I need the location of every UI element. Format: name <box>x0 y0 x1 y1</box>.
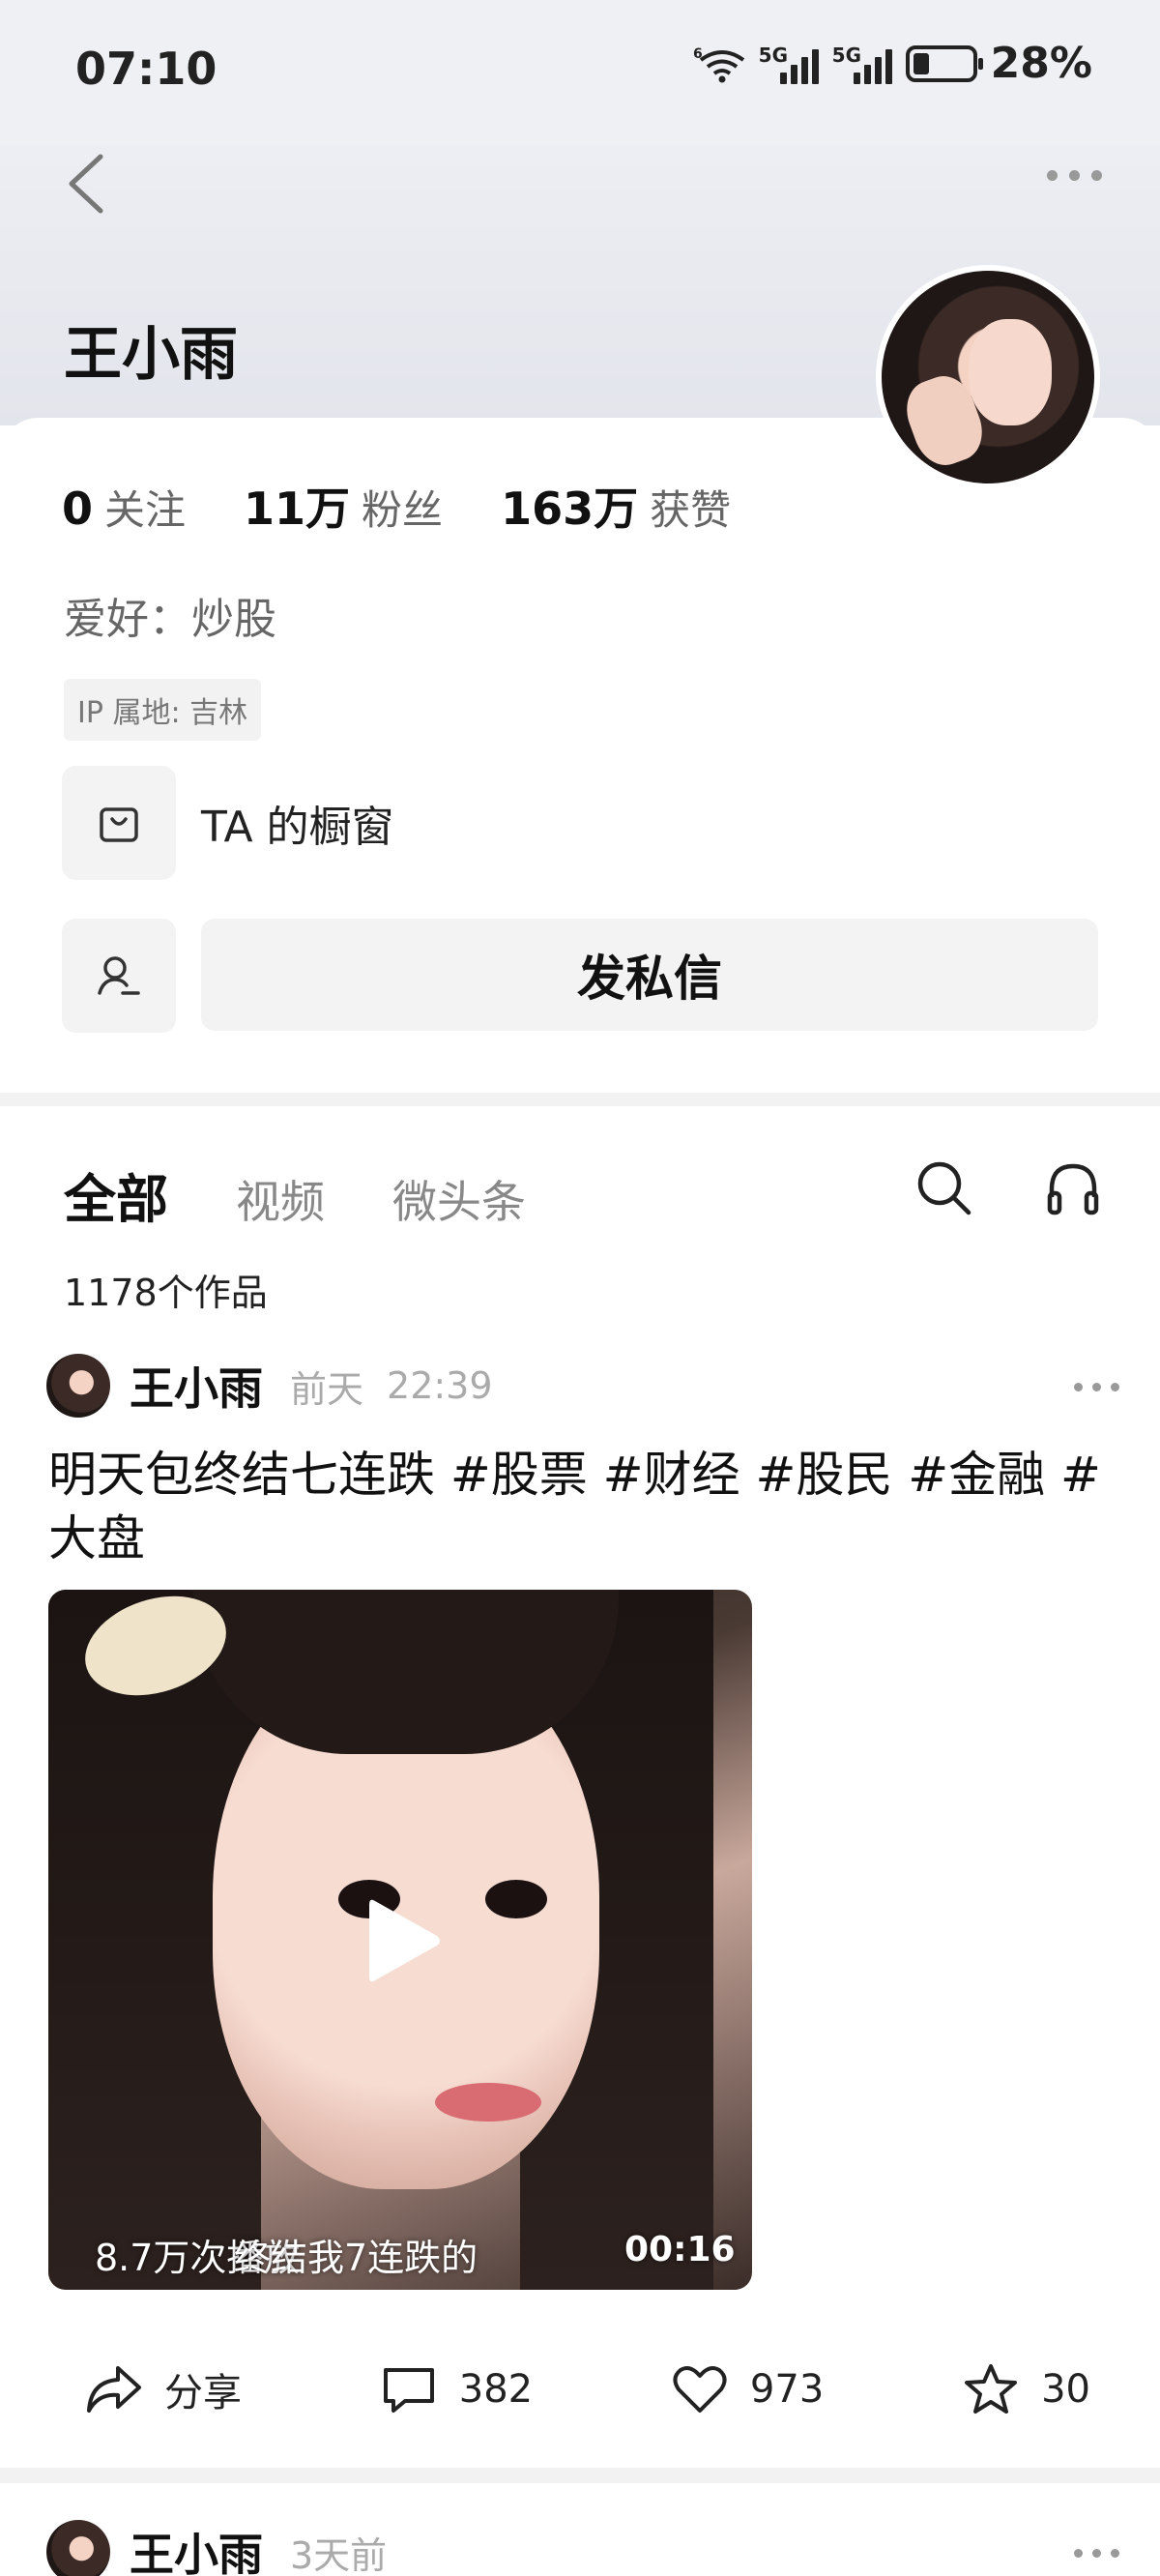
like-count: 973 <box>749 2367 825 2412</box>
comment-button[interactable]: 382 <box>380 2361 533 2417</box>
stat-followers[interactable]: 11万 粉丝 <box>244 474 443 538</box>
shop-window-row[interactable]: TA 的橱窗 <box>62 766 394 880</box>
stat-value: 163万 <box>501 483 639 535</box>
stat-label: 粉丝 <box>362 486 444 534</box>
headphones-icon[interactable] <box>1044 1158 1102 1216</box>
signal-tag-1: 5G <box>758 43 789 67</box>
more-horizontal-icon[interactable] <box>1074 1383 1119 1391</box>
like-button[interactable]: 973 <box>671 2361 824 2417</box>
status-time: 07:10 <box>75 43 218 95</box>
avatar[interactable] <box>46 2520 110 2576</box>
tab-all[interactable]: 全部 <box>64 1156 168 1233</box>
tab-video[interactable]: 视频 <box>236 1167 325 1231</box>
profile-hobby: 爱好：炒股 <box>64 595 276 644</box>
post-header: 王小雨 前天 22:39 <box>46 1352 1119 1420</box>
post-time: 22:39 <box>387 1364 493 1407</box>
ip-location-badge: IP 属地: 吉林 <box>64 679 262 741</box>
video-caption: 终结我7连跌的 <box>234 2237 478 2279</box>
wifi-icon: 6 <box>693 46 744 82</box>
post-day: 前天 <box>290 1367 364 1411</box>
video-duration: 00:16 <box>624 2230 736 2269</box>
status-icons: 6 5G 5G 28% <box>693 39 1092 88</box>
tab-tools <box>914 1158 1102 1216</box>
comment-icon <box>383 2368 434 2413</box>
battery-percent: 28% <box>990 39 1092 88</box>
profile-actions: 发私信 <box>62 919 1098 1033</box>
star-icon <box>965 2364 1018 2414</box>
post-divider <box>0 2468 1160 2483</box>
send-message-button[interactable]: 发私信 <box>201 919 1098 1031</box>
tab-micro-posts[interactable]: 微头条 <box>392 1167 526 1231</box>
stat-value: 0 <box>62 483 94 535</box>
signal-icon-1: 5G <box>759 44 819 84</box>
heart-icon <box>673 2366 727 2413</box>
stat-following[interactable]: 0 关注 <box>62 478 186 537</box>
signal-tag-2: 5G <box>831 43 862 67</box>
more-horizontal-icon[interactable] <box>1047 170 1102 181</box>
post-text[interactable]: 明天包终结七连跌 #股票 #财经 #股民 #金融 #大盘 <box>48 1443 1112 1570</box>
comment-count: 382 <box>458 2367 534 2412</box>
post-header: 王小雨 3天前 <box>46 2518 1119 2576</box>
status-bar: 07:10 6 5G 5G 28% <box>0 0 1160 145</box>
works-count: 1178个作品 <box>64 1272 268 1314</box>
stat-value: 11万 <box>244 483 351 535</box>
user-follow-icon <box>98 956 140 995</box>
stat-label: 获赞 <box>650 486 732 534</box>
avatar[interactable] <box>46 1354 110 1418</box>
more-horizontal-icon[interactable] <box>1074 2549 1119 2558</box>
stat-label: 关注 <box>104 486 187 534</box>
profile-name: 王小雨 <box>64 321 238 389</box>
play-icon[interactable] <box>365 1893 443 1988</box>
post-author[interactable]: 王小雨 <box>130 1354 263 1418</box>
share-icon <box>87 2366 141 2413</box>
favorite-count: 30 <box>1041 2367 1090 2412</box>
add-friend-button[interactable] <box>62 919 176 1033</box>
battery-icon <box>905 44 983 82</box>
profile-stats: 0 关注 11万 粉丝 163万 获赞 <box>62 474 731 538</box>
stat-likes[interactable]: 163万 获赞 <box>501 474 731 538</box>
search-icon[interactable] <box>914 1158 972 1216</box>
content-tabs: 全部 视频 微头条 <box>64 1156 526 1233</box>
signal-icon-2: 5G <box>832 44 892 84</box>
shop-window-label: TA 的橱窗 <box>201 803 394 852</box>
share-label: 分享 <box>164 2371 242 2415</box>
chevron-left-icon[interactable] <box>58 145 116 222</box>
favorite-button[interactable]: 30 <box>962 2361 1090 2417</box>
share-button[interactable]: 分享 <box>85 2361 242 2417</box>
post-author[interactable]: 王小雨 <box>130 2520 263 2576</box>
avatar[interactable] <box>876 265 1100 489</box>
post-day: 3天前 <box>290 2533 388 2576</box>
shopping-bag-icon <box>62 766 176 880</box>
section-divider <box>0 1093 1160 1106</box>
post-actions: 分享 382 973 30 <box>85 2361 1090 2417</box>
